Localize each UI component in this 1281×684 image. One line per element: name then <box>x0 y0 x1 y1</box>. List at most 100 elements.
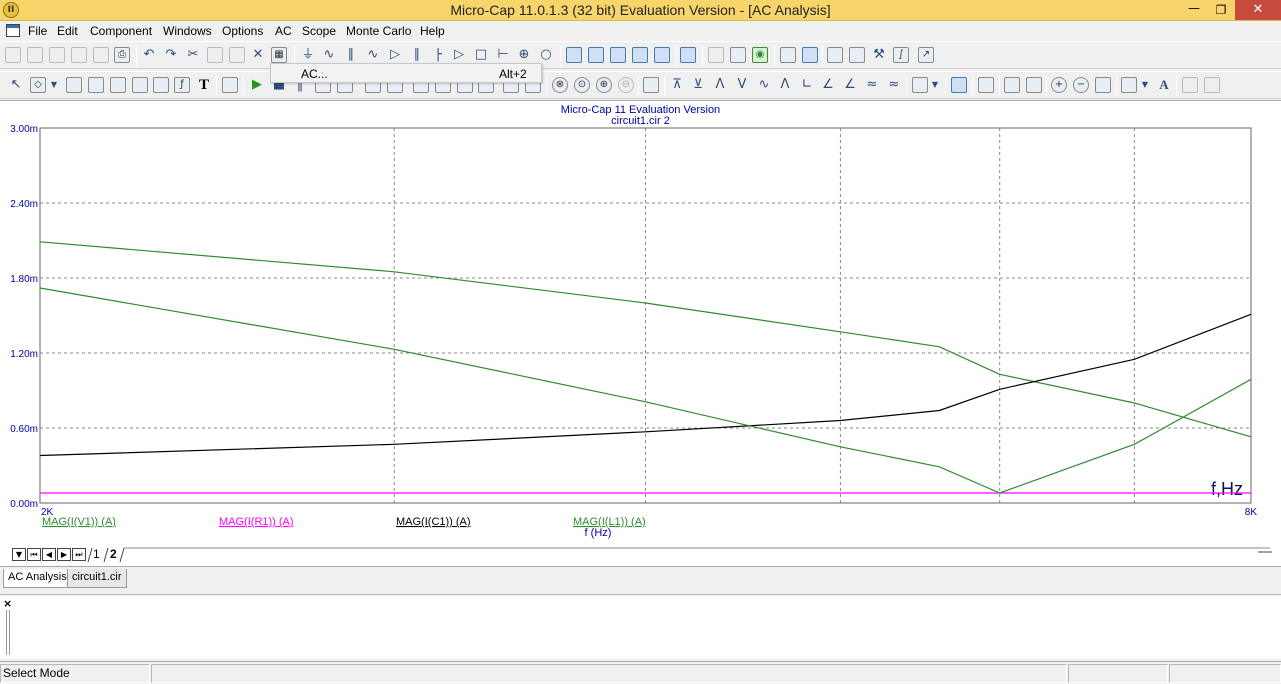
menu-component[interactable]: Component <box>90 24 152 38</box>
chevron-down-icon[interactable]: ▼ <box>49 77 59 93</box>
next-page-button[interactable]: ▶ <box>57 548 71 561</box>
zoom-icon[interactable]: ⊙ <box>574 77 590 93</box>
menu-file[interactable]: File <box>28 24 47 38</box>
inductor-icon[interactable]: ∿ <box>365 47 381 63</box>
calculator-icon[interactable] <box>680 47 696 63</box>
save-as-icon[interactable] <box>71 47 87 63</box>
menu-help[interactable]: Help <box>420 24 445 38</box>
paste-graph-icon[interactable] <box>1204 77 1220 93</box>
cursor-low-icon[interactable]: V <box>734 77 750 93</box>
copy-graph-icon[interactable] <box>1182 77 1198 93</box>
properties-icon[interactable] <box>222 77 238 93</box>
node-numbers-icon[interactable] <box>849 47 865 63</box>
split-window-icon[interactable] <box>654 47 670 63</box>
scale-y-icon[interactable] <box>153 77 169 93</box>
zoom-out-view-icon[interactable]: − <box>1073 77 1089 93</box>
tile-horizontal-icon[interactable] <box>610 47 626 63</box>
tab-ac-analysis[interactable]: AC Analysis <box>3 569 72 588</box>
cursor-global-low-icon[interactable]: ∟ <box>799 77 815 93</box>
tools-icon[interactable]: ⚒ <box>871 47 887 63</box>
plot-area[interactable]: Micro-Cap 11 Evaluation Version circuit1… <box>0 100 1281 566</box>
scale-icon[interactable] <box>66 77 82 93</box>
print-icon[interactable]: ⎙ <box>114 47 130 63</box>
chevron-down-icon[interactable]: ▼ <box>1140 77 1150 93</box>
globe-icon[interactable]: ◉ <box>752 47 768 63</box>
open-file-icon[interactable] <box>27 47 43 63</box>
diode-icon[interactable]: ▷ <box>387 47 403 63</box>
chevron-down-icon[interactable]: ▼ <box>930 77 940 93</box>
shape-icon[interactable]: ◇ <box>30 77 46 93</box>
formula-icon[interactable]: ƒ <box>174 77 190 93</box>
save-icon[interactable] <box>49 47 65 63</box>
document-window-icon[interactable] <box>6 24 20 37</box>
menu-windows[interactable]: Windows <box>163 24 212 38</box>
trace-icon[interactable] <box>110 77 126 93</box>
battery-icon[interactable]: ∥ <box>409 47 425 63</box>
menu-ac[interactable]: AC <box>275 24 292 38</box>
close-icon[interactable]: × <box>3 597 12 610</box>
new-file-icon[interactable] <box>5 47 21 63</box>
ac-analysis-chart[interactable]: 3.00m2.40m1.80m1.20m0.60m0.00m2K 8Kf,HzMA… <box>0 101 1281 545</box>
stepping-icon[interactable]: ↗ <box>918 47 934 63</box>
cursor-high-icon[interactable]: Λ <box>712 77 728 93</box>
copy-data-icon[interactable] <box>912 77 928 93</box>
resistor-icon[interactable]: ∿ <box>321 47 337 63</box>
zoom-clear-icon[interactable]: ⊖ <box>618 77 634 93</box>
probe-icon[interactable]: ○ <box>538 47 554 63</box>
source-icon[interactable]: □ <box>473 47 489 63</box>
menu-options[interactable]: Options <box>222 24 263 38</box>
cascade-windows-icon[interactable] <box>566 47 582 63</box>
opamp-icon[interactable]: ▷ <box>451 47 467 63</box>
numeric-output-icon[interactable] <box>951 77 967 93</box>
minimize-button[interactable]: — <box>1180 0 1208 20</box>
fit-height-icon[interactable] <box>1026 77 1042 93</box>
fit-width-icon[interactable] <box>1004 77 1020 93</box>
maximize-window-icon[interactable] <box>632 47 648 63</box>
restore-button[interactable]: ❐ <box>1208 0 1234 20</box>
last-page-button[interactable]: ⏭ <box>72 548 86 561</box>
cursor-inflection-icon[interactable]: ∿ <box>756 77 772 93</box>
cursor-valley-icon[interactable]: ⊻ <box>690 77 706 93</box>
first-page-button[interactable]: ⏮ <box>27 548 41 561</box>
paste-icon[interactable] <box>229 47 245 63</box>
output-console[interactable]: × <box>0 596 1281 659</box>
run-icon[interactable]: ▶ <box>249 77 265 93</box>
cursor-top-icon[interactable]: ∠ <box>820 77 836 93</box>
cursor-peak-icon[interactable]: ⊼ <box>669 77 685 93</box>
menu-edit[interactable]: Edit <box>57 24 78 38</box>
attribute-icon[interactable] <box>802 47 818 63</box>
close-button[interactable]: ✕ <box>1235 0 1281 20</box>
switch-icon[interactable]: ⊢ <box>495 47 511 63</box>
tile-graphs-icon[interactable] <box>1121 77 1137 93</box>
transistor-icon[interactable]: ├ <box>430 47 446 63</box>
splitter[interactable] <box>0 588 1281 595</box>
font-icon[interactable]: A <box>1156 77 1172 93</box>
undo-icon[interactable]: ↶ <box>141 47 157 63</box>
edit-graph-icon[interactable] <box>643 77 659 93</box>
cut-icon[interactable]: ✂ <box>185 47 201 63</box>
menu-monte-carlo[interactable]: Monte Carlo <box>346 24 411 38</box>
page-tab-2[interactable]: 2 <box>110 547 117 561</box>
model-editor-icon[interactable] <box>730 47 746 63</box>
zoom-out-icon[interactable]: ⊗ <box>552 77 568 93</box>
ground-icon[interactable]: ⏚ <box>300 47 316 63</box>
ac-analysis-menu-item[interactable]: AC... Alt+2 <box>270 63 542 83</box>
grip-handle[interactable] <box>6 610 10 655</box>
tile-vertical-icon[interactable] <box>588 47 604 63</box>
print-preview-icon[interactable] <box>93 47 109 63</box>
scale-x-icon[interactable] <box>132 77 148 93</box>
copy-icon[interactable] <box>207 47 223 63</box>
cursor-next-icon[interactable]: ≈ <box>886 77 902 93</box>
text-tool-icon[interactable]: T <box>196 77 212 93</box>
node-icon[interactable]: ⊕ <box>516 47 532 63</box>
menu-scope[interactable]: Scope <box>302 24 336 38</box>
cursor-bottom-icon[interactable]: ∠ <box>842 77 858 93</box>
prev-page-button[interactable]: ◀ <box>42 548 56 561</box>
zoom-fit-icon[interactable]: ⊕ <box>596 77 612 93</box>
delete-icon[interactable]: ✕ <box>250 47 266 63</box>
tab-circuit1[interactable]: circuit1.cir <box>67 569 127 588</box>
page-menu-button[interactable]: ▼ <box>12 548 26 561</box>
zoom-restore-icon[interactable] <box>1095 77 1111 93</box>
page-tab-1[interactable]: 1 <box>93 547 100 561</box>
analysis-limits-icon[interactable] <box>978 77 994 93</box>
